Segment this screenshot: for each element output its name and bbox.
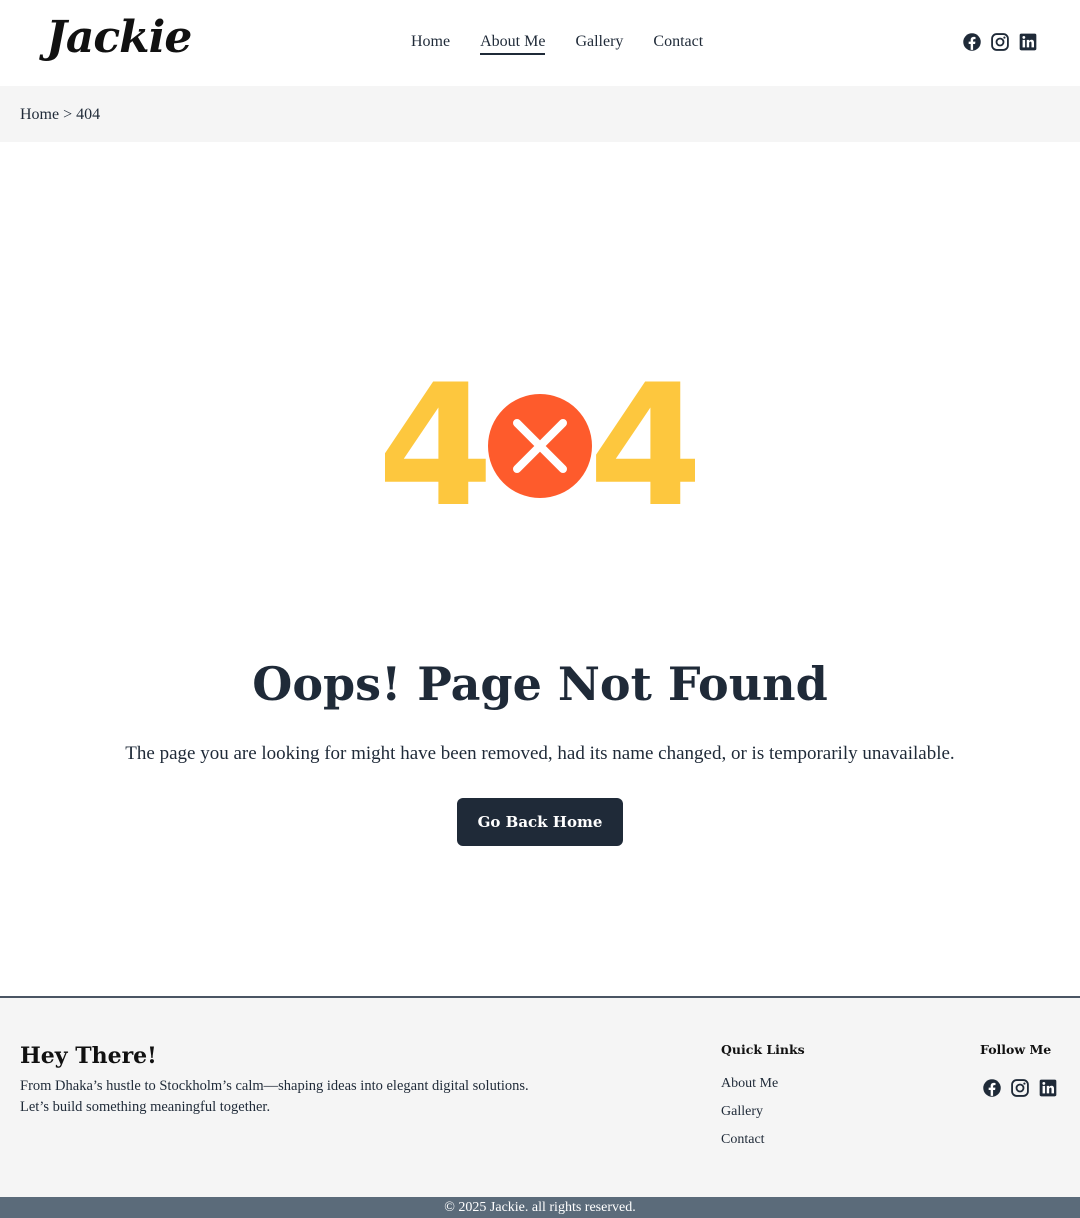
footer-text-line-2: Let’s build something meaningful togethe… <box>20 1099 271 1115</box>
main-nav: Home About Me Gallery Contact <box>411 33 703 55</box>
go-back-home-button[interactable]: Go Back Home <box>457 798 623 846</box>
facebook-icon[interactable] <box>982 1078 1002 1098</box>
404-illustration: 4 4 <box>385 370 695 515</box>
footer-text-line-1: From Dhaka’s hustle to Stockholm’s calm—… <box>20 1078 529 1094</box>
footer-description: From Dhaka’s hustle to Stockholm’s calm—… <box>20 1076 580 1118</box>
nav-gallery[interactable]: Gallery <box>575 33 623 55</box>
linkedin-icon[interactable] <box>1018 32 1038 52</box>
site-footer: Hey There! From Dhaka’s hustle to Stockh… <box>0 996 1080 1197</box>
linkedin-icon[interactable] <box>1038 1078 1058 1098</box>
digit-four-right: 4 <box>589 370 695 515</box>
nav-contact[interactable]: Contact <box>653 33 703 55</box>
x-circle-icon <box>488 394 592 498</box>
instagram-icon[interactable] <box>1010 1078 1030 1098</box>
nav-home[interactable]: Home <box>411 33 450 55</box>
header-social-links <box>962 32 1038 52</box>
quick-link-about-me[interactable]: About Me <box>721 1076 778 1091</box>
page-title: Oops! Page Not Found <box>252 657 828 711</box>
quick-links-heading: Quick Links <box>721 1042 805 1057</box>
digit-four-left: 4 <box>385 370 493 515</box>
site-logo[interactable]: Jackie <box>46 12 192 63</box>
nav-about-me[interactable]: About Me <box>480 33 546 55</box>
breadcrumb-separator: > <box>63 106 73 123</box>
breadcrumb-current: 404 <box>76 106 101 123</box>
instagram-icon[interactable] <box>990 32 1010 52</box>
footer-title: Hey There! <box>20 1043 157 1069</box>
quick-links-list: About Me Gallery Contact <box>721 1076 778 1160</box>
site-header: Jackie Home About Me Gallery Contact <box>0 0 1080 86</box>
facebook-icon[interactable] <box>962 32 982 52</box>
breadcrumb-home-link[interactable]: Home <box>20 106 59 123</box>
copyright-bar: © 2025 Jackie. all rights reserved. <box>0 1197 1080 1218</box>
list-item: Contact <box>721 1132 778 1160</box>
breadcrumb-bar: Home > 404 <box>0 86 1080 142</box>
error-description: The page you are looking for might have … <box>125 743 955 764</box>
quick-link-contact[interactable]: Contact <box>721 1132 765 1147</box>
footer-social-links <box>982 1078 1058 1098</box>
quick-link-gallery[interactable]: Gallery <box>721 1104 763 1119</box>
list-item: About Me <box>721 1076 778 1104</box>
breadcrumb: Home > 404 <box>20 106 100 124</box>
list-item: Gallery <box>721 1104 778 1132</box>
follow-me-heading: Follow Me <box>980 1042 1052 1057</box>
